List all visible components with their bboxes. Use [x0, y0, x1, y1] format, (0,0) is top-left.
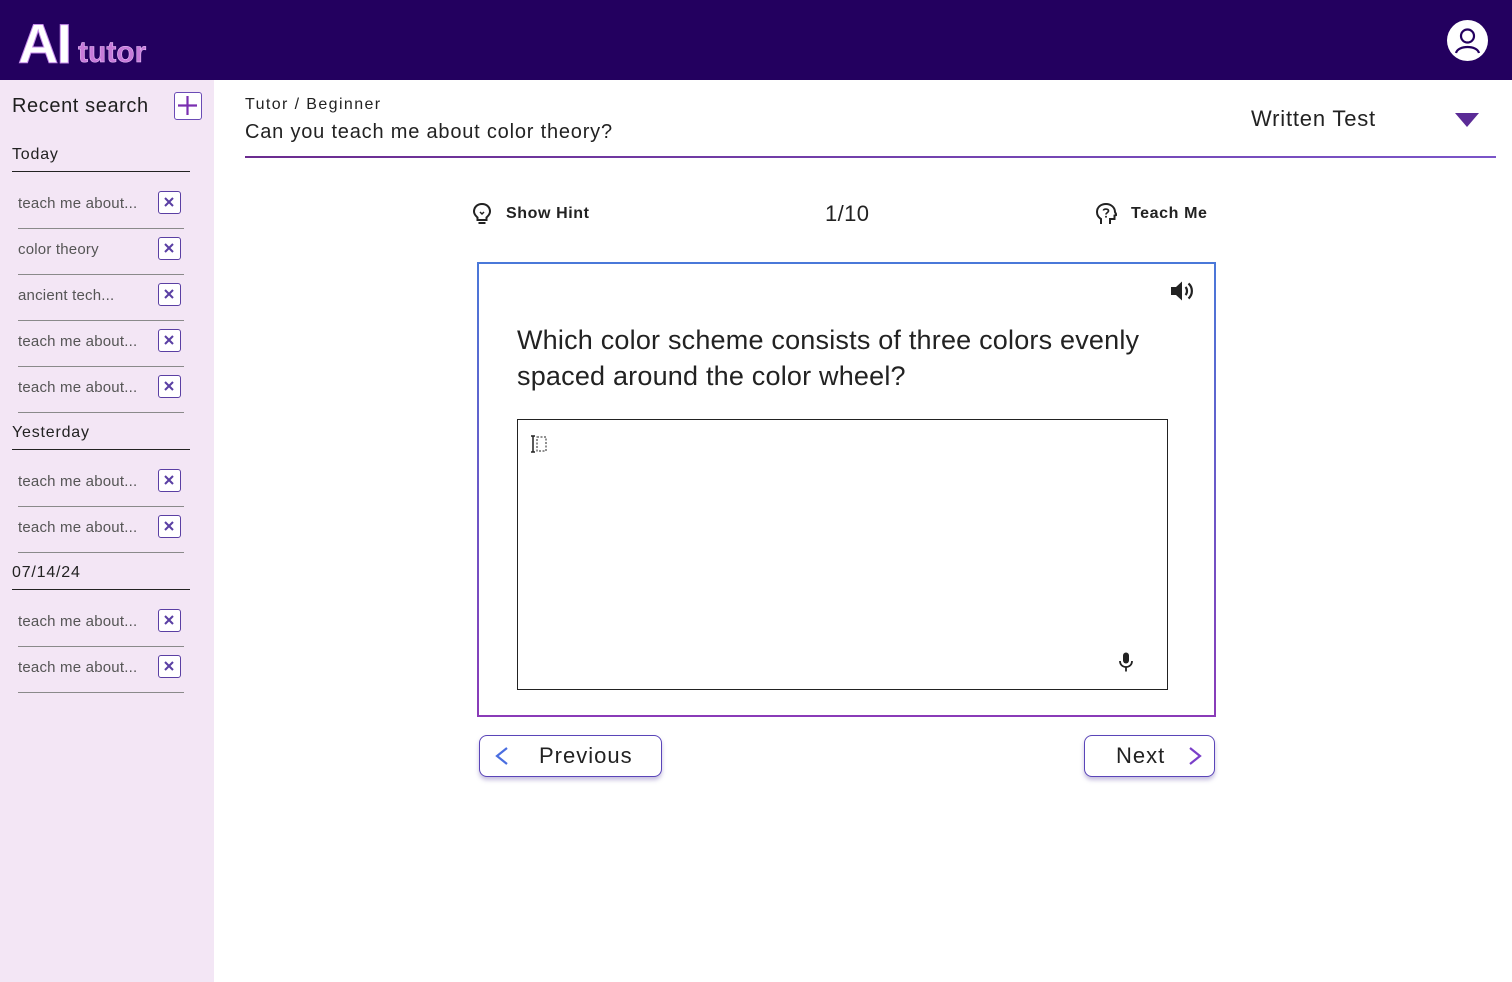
close-icon: [164, 475, 174, 485]
show-hint-button[interactable]: Show Hint: [472, 202, 590, 226]
remove-item-button[interactable]: [158, 515, 181, 538]
previous-label: Previous: [539, 743, 633, 768]
remove-item-button[interactable]: [158, 655, 181, 678]
close-icon: [164, 381, 174, 391]
section-heading-today: Today: [12, 146, 190, 172]
list-item-label: teach me about...: [18, 519, 138, 536]
question-counter: 1/10: [825, 201, 870, 226]
answer-input[interactable]: [517, 419, 1168, 690]
remove-item-button[interactable]: [158, 609, 181, 632]
close-icon: [164, 661, 174, 671]
top-bar: AI tutor: [0, 0, 1512, 80]
list-item[interactable]: teach me about...: [18, 655, 184, 693]
list-item-label: teach me about...: [18, 473, 138, 490]
close-icon: [164, 335, 174, 345]
microphone-icon: [1119, 652, 1133, 672]
head-question-icon: [1095, 202, 1117, 224]
list-item[interactable]: color theory: [18, 237, 184, 275]
previous-button[interactable]: Previous: [479, 735, 662, 777]
show-hint-label: Show Hint: [506, 205, 590, 222]
speaker-icon: [1171, 281, 1193, 301]
next-label: Next: [1116, 743, 1166, 768]
read-aloud-button[interactable]: [1169, 278, 1195, 304]
list-item-label: teach me about...: [18, 333, 138, 350]
text-cursor-icon: [529, 434, 549, 454]
user-avatar[interactable]: [1447, 20, 1488, 61]
new-search-button[interactable]: [174, 92, 202, 120]
logo-ai-text: AI: [18, 12, 73, 75]
list-item[interactable]: teach me about...: [18, 329, 184, 367]
list-item[interactable]: teach me about...: [18, 469, 184, 507]
close-icon: [164, 243, 174, 253]
remove-item-button[interactable]: [158, 469, 181, 492]
list-item-label: color theory: [18, 241, 99, 258]
list-item[interactable]: teach me about...: [18, 191, 184, 229]
close-icon: [164, 521, 174, 531]
sidebar: Recent search Today teach me about... co…: [0, 80, 214, 982]
remove-item-button[interactable]: [158, 283, 181, 306]
chevron-right-icon: [1189, 747, 1203, 765]
remove-item-button[interactable]: [158, 375, 181, 398]
teach-me-label: Teach Me: [1131, 205, 1208, 222]
next-button[interactable]: Next: [1084, 735, 1215, 777]
microphone-button[interactable]: [1117, 651, 1135, 673]
list-item-label: teach me about...: [18, 659, 138, 676]
list-item-label: teach me about...: [18, 613, 138, 630]
breadcrumb[interactable]: Tutor / Beginner: [245, 96, 382, 114]
plus-icon: [178, 96, 197, 115]
remove-item-button[interactable]: [158, 329, 181, 352]
list-item-label: teach me about...: [18, 195, 138, 212]
teach-me-button[interactable]: Teach Me: [1095, 202, 1208, 226]
close-icon: [164, 615, 174, 625]
dropdown-caret-icon[interactable]: [1455, 113, 1479, 127]
question-text: Which color scheme consists of three col…: [517, 325, 1140, 391]
lightbulb-icon: [472, 202, 492, 224]
list-item[interactable]: teach me about...: [18, 375, 184, 413]
close-icon: [164, 289, 174, 299]
list-item[interactable]: teach me about...: [18, 609, 184, 647]
user-icon: [1454, 28, 1481, 54]
mode-dropdown-value[interactable]: Written Test: [1251, 106, 1376, 132]
list-item-label: teach me about...: [18, 379, 138, 396]
list-item[interactable]: ancient tech...: [18, 283, 184, 321]
section-heading-date: 07/14/24: [12, 564, 190, 590]
section-heading-yesterday: Yesterday: [12, 424, 190, 450]
remove-item-button[interactable]: [158, 237, 181, 260]
sidebar-title: Recent search: [12, 95, 149, 117]
close-icon: [164, 197, 174, 207]
page-title: Can you teach me about color theory?: [245, 121, 613, 143]
header-divider: [245, 156, 1496, 158]
logo-tutor-text: tutor: [78, 36, 147, 69]
chevron-left-icon: [495, 747, 508, 765]
list-item[interactable]: teach me about...: [18, 515, 184, 553]
list-item-label: ancient tech...: [18, 287, 115, 304]
remove-item-button[interactable]: [158, 191, 181, 214]
app-logo[interactable]: AI tutor: [18, 10, 147, 75]
question-card: Which color scheme consists of three col…: [477, 262, 1216, 717]
